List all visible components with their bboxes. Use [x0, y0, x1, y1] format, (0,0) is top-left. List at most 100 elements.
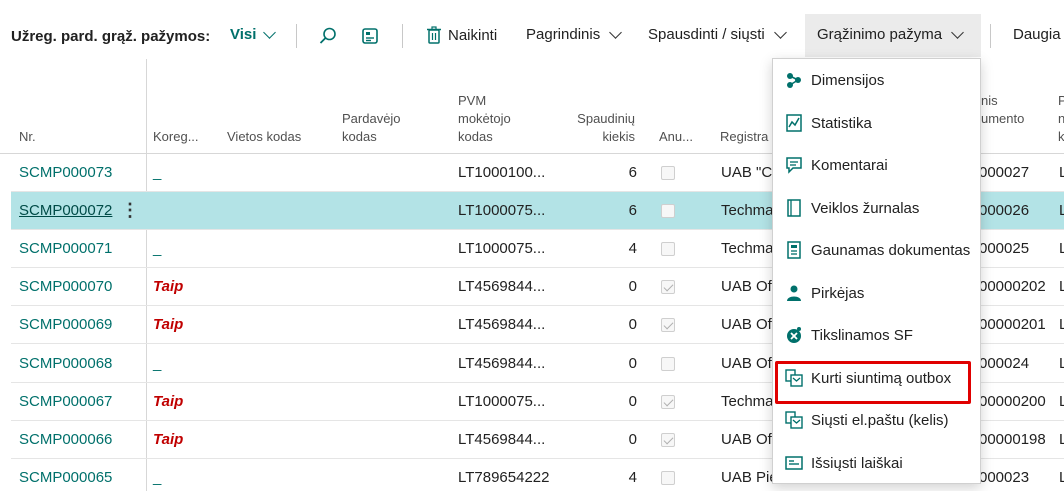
row-koreg: Taip — [153, 393, 184, 410]
col-header-last-line3: k — [1058, 129, 1064, 144]
col-header-dokumento[interactable]: nis umento — [981, 92, 1024, 128]
menu-item-label: Komentarai — [811, 156, 888, 174]
row-anul-checkbox — [661, 204, 675, 218]
row-nr-link[interactable]: SCMP000073 — [19, 164, 112, 181]
row-koreg: _ — [153, 469, 162, 486]
row-nr-link[interactable]: SCMP000071 — [19, 240, 112, 257]
menu-item-email-multiple[interactable]: Siųsti el.paštu (kelis) — [773, 401, 982, 439]
col-header-dokumento-line1: nis — [981, 93, 998, 108]
row-reg: UAB Of — [721, 431, 772, 448]
row-qty: 6 — [628, 164, 637, 181]
col-header-last[interactable]: P n k — [1058, 92, 1064, 146]
col-header-vietos[interactable]: Vietos kodas — [227, 128, 301, 146]
row-actions-kebab-icon[interactable]: ⋮ — [121, 200, 139, 221]
row-qty: 0 — [628, 431, 637, 448]
row-pvm: LT1000100... — [458, 164, 546, 181]
menu-item-correction-invoices[interactable]: Tikslinamos SF — [773, 316, 982, 354]
col-header-anuliuota[interactable]: Anu... — [659, 128, 693, 146]
chevron-down-icon — [263, 25, 277, 39]
statistics-icon — [785, 114, 803, 132]
search-icon[interactable] — [316, 24, 340, 48]
menu-item-activity-log[interactable]: Veiklos žurnalas — [773, 189, 982, 227]
row-last: L — [1059, 393, 1064, 410]
row-last: L — [1059, 469, 1064, 486]
delete-button[interactable]: Naikinti — [426, 26, 497, 44]
menu-item-customer[interactable]: Pirkėjas — [773, 274, 982, 312]
row-pvm: LT4569844... — [458, 316, 546, 333]
col-header-last-line1: P — [1058, 93, 1064, 108]
menu-item-label: Tikslinamos SF — [811, 326, 913, 344]
row-pvm: LT4569844... — [458, 355, 546, 372]
row-nr-link[interactable]: SCMP000072 — [19, 202, 112, 219]
menu-item-label: Siųsti el.paštu (kelis) — [811, 411, 949, 429]
row-koreg: Taip — [153, 431, 184, 448]
return-certificate-label: Grąžinimo pažyma — [817, 26, 943, 43]
col-header-spaudiniu[interactable]: Spaudinių kiekis — [560, 110, 635, 146]
toolbar-divider — [990, 24, 991, 48]
delete-label: Naikinti — [448, 26, 498, 44]
col-header-pvm[interactable]: PVM mokėtojo kodas — [458, 92, 511, 146]
menu-item-label: Išsiųsti laiškai — [811, 454, 903, 472]
row-last: L — [1059, 202, 1064, 219]
return-certificate-menu-button[interactable]: Grąžinimo pažyma — [817, 25, 964, 43]
row-reg: UAB "C — [721, 164, 773, 181]
print-send-label: Spausdinti / siųsti — [648, 26, 765, 43]
row-koreg: Taip — [153, 316, 184, 333]
row-nr-link[interactable]: SCMP000066 — [19, 431, 112, 448]
chevron-down-icon — [951, 25, 964, 39]
menu-item-comments[interactable]: Komentarai — [773, 146, 982, 184]
home-menu-button[interactable]: Pagrindinis — [526, 25, 623, 43]
view-filter-label: Visi — [230, 26, 257, 43]
row-anul-checkbox — [661, 242, 675, 256]
col-header-pardavejo[interactable]: Pardavėjo kodas — [342, 110, 401, 146]
print-send-menu-button[interactable]: Spausdinti / siųsti — [648, 25, 787, 43]
row-qty: 4 — [628, 240, 637, 257]
row-qty: 0 — [628, 316, 637, 333]
row-qty: 6 — [628, 202, 637, 219]
menu-item-label: Pirkėjas — [811, 284, 865, 302]
return-certificate-dropdown-menu: Dimensijos Statistika Komentarai Veiklos… — [772, 58, 981, 484]
menu-item-incoming-document[interactable]: Gaunamas dokumentas — [773, 231, 982, 269]
row-nr-link[interactable]: SCMP000065 — [19, 469, 112, 486]
row-nr-link[interactable]: SCMP000069 — [19, 316, 112, 333]
more-label: Daugia — [1013, 26, 1061, 43]
row-pvm: LT1000075... — [458, 202, 546, 219]
menu-item-sent-mail[interactable]: Išsiųsti laiškai — [773, 444, 982, 482]
menu-item-label: Dimensijos — [811, 71, 885, 89]
col-header-dokumento-line2: umento — [981, 111, 1025, 126]
row-reg: Techma — [721, 393, 774, 410]
menu-item-label: Veiklos žurnalas — [811, 199, 920, 217]
row-dok: 00000201 — [979, 316, 1046, 333]
row-dok: 000026 — [979, 202, 1030, 219]
row-reg: UAB Of — [721, 278, 772, 295]
row-last: L — [1059, 164, 1064, 181]
row-reg: Techma — [721, 240, 774, 257]
col-header-registr[interactable]: Registra — [720, 128, 768, 146]
row-pvm: LT1000075... — [458, 393, 546, 410]
more-options-button[interactable]: Daugia — [1013, 26, 1061, 43]
row-nr-link[interactable]: SCMP000070 — [19, 278, 112, 295]
home-label: Pagrindinis — [526, 26, 601, 43]
row-nr-link[interactable]: SCMP000067 — [19, 393, 112, 410]
row-dok: 00000198 — [979, 431, 1046, 448]
row-anul-checkbox — [661, 280, 675, 294]
filter-pane-icon[interactable] — [358, 24, 382, 48]
row-qty: 4 — [628, 469, 637, 486]
row-reg: Techma — [721, 202, 774, 219]
row-reg: UAB Pie — [721, 469, 778, 486]
sent-mail-icon — [785, 454, 803, 472]
view-filter-dropdown[interactable]: Visi — [230, 25, 277, 43]
customer-icon — [785, 284, 803, 302]
col-header-nr[interactable]: Nr. — [19, 128, 36, 146]
menu-item-dimensions[interactable]: Dimensijos — [773, 61, 982, 99]
row-anul-checkbox — [661, 395, 675, 409]
menu-item-statistics[interactable]: Statistika — [773, 104, 982, 142]
row-pvm: LT4569844... — [458, 431, 546, 448]
row-dok: 00000202 — [979, 278, 1046, 295]
row-last: L — [1059, 240, 1064, 257]
col-header-koreg[interactable]: Koreg... — [153, 128, 199, 146]
row-last: L — [1059, 278, 1064, 295]
row-nr-link[interactable]: SCMP000068 — [19, 355, 112, 372]
row-reg: UAB Of — [721, 316, 772, 333]
col-header-pardavejo-line2: kodas — [342, 129, 377, 144]
